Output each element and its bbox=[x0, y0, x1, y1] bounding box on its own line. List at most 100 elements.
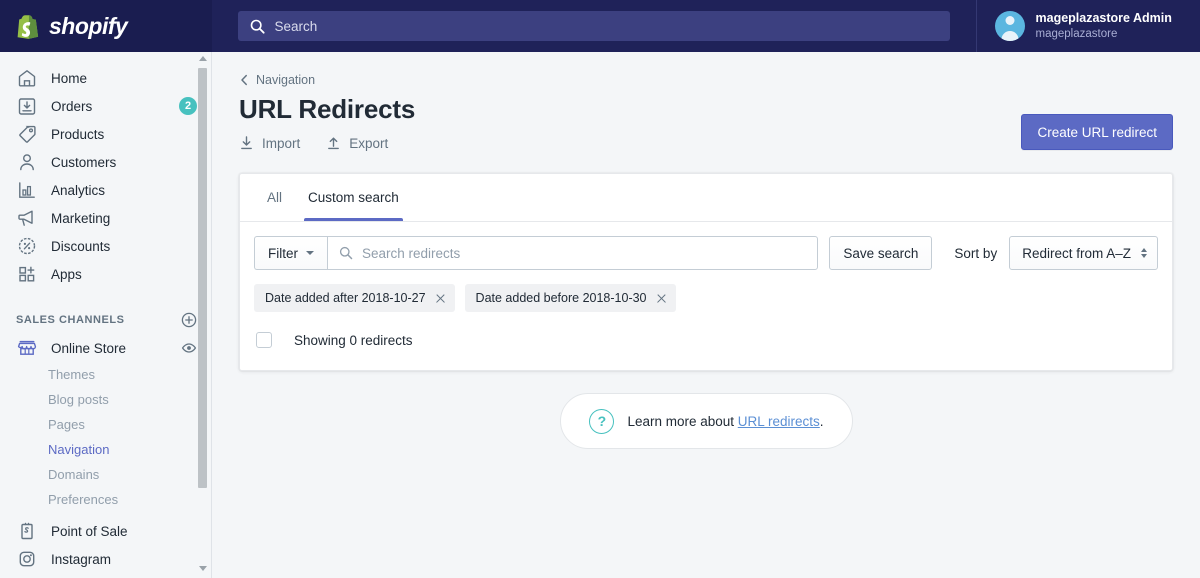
sidebar-sub-label: Pages bbox=[48, 417, 85, 432]
apps-grid-icon bbox=[16, 263, 38, 285]
sidebar-item-label: Customers bbox=[51, 154, 117, 170]
main-content: Navigation URL Redirects Import Export C… bbox=[213, 52, 1200, 578]
filter-row: Filter Search redirects Save search Sort… bbox=[240, 222, 1172, 270]
discounts-percent-icon bbox=[16, 235, 38, 257]
sidebar-item-label: Apps bbox=[51, 266, 82, 282]
global-search-input[interactable]: Search bbox=[237, 11, 950, 41]
sidebar-sub-label: Blog posts bbox=[48, 392, 109, 407]
export-label: Export bbox=[349, 135, 389, 151]
sidebar-item-preferences[interactable]: Preferences bbox=[0, 487, 211, 512]
search-icon bbox=[250, 19, 265, 34]
filter-tag[interactable]: Date added after 2018-10-27 bbox=[254, 284, 455, 312]
import-button[interactable]: Import bbox=[239, 135, 300, 151]
sidebar-item-orders[interactable]: Orders 2 bbox=[0, 92, 211, 120]
scrollbar-thumb[interactable] bbox=[198, 68, 207, 488]
redirects-card: All Custom search Filter Search redirect… bbox=[239, 173, 1173, 371]
export-upload-icon bbox=[326, 135, 341, 151]
help-text: Learn more about URL redirects. bbox=[627, 414, 823, 429]
filter-tag-label: Date added after 2018-10-27 bbox=[265, 291, 426, 305]
home-icon bbox=[16, 67, 38, 89]
close-icon[interactable] bbox=[656, 293, 667, 304]
brand-logo[interactable]: shopify bbox=[0, 0, 212, 52]
sidebar-sub-label: Domains bbox=[48, 467, 100, 482]
page-header: Navigation URL Redirects Import Export C… bbox=[213, 52, 1200, 151]
sidebar-item-point-of-sale[interactable]: Point of Sale bbox=[0, 517, 211, 545]
plus-circle-icon[interactable] bbox=[181, 312, 197, 328]
sales-channels-title: SALES CHANNELS bbox=[16, 314, 125, 326]
sidebar-scrollbar[interactable] bbox=[197, 52, 208, 578]
import-label: Import bbox=[262, 135, 301, 151]
sidebar-item-domains[interactable]: Domains bbox=[0, 462, 211, 487]
global-search-placeholder: Search bbox=[274, 18, 318, 34]
chevron-left-icon bbox=[239, 74, 250, 86]
products-tag-icon bbox=[16, 123, 38, 145]
filter-tag[interactable]: Date added before 2018-10-30 bbox=[464, 284, 676, 312]
brand-wordmark: shopify bbox=[49, 12, 128, 39]
save-search-button[interactable]: Save search bbox=[829, 236, 933, 270]
scroll-up-arrow-icon[interactable] bbox=[197, 52, 208, 65]
sort-by-select[interactable]: Redirect from A–Z bbox=[1009, 236, 1158, 270]
search-redirects-input[interactable]: Search redirects bbox=[327, 236, 819, 270]
user-name: mageplazastore Admin bbox=[1035, 10, 1172, 25]
sidebar-item-home[interactable]: Home bbox=[0, 64, 211, 92]
analytics-bar-icon bbox=[16, 179, 38, 201]
sidebar-item-navigation[interactable]: Navigation bbox=[0, 437, 211, 462]
search-redirects-placeholder: Search redirects bbox=[362, 245, 461, 261]
customers-icon bbox=[16, 151, 38, 173]
sidebar-item-products[interactable]: Products bbox=[0, 120, 211, 148]
sidebar-item-customers[interactable]: Customers bbox=[0, 148, 211, 176]
close-icon[interactable] bbox=[435, 293, 446, 304]
tab-custom-search[interactable]: Custom search bbox=[295, 173, 412, 221]
question-circle-icon: ? bbox=[589, 408, 615, 434]
url-redirects-link[interactable]: URL redirects bbox=[738, 414, 820, 429]
export-button[interactable]: Export bbox=[326, 135, 388, 151]
filter-button[interactable]: Filter bbox=[254, 236, 327, 270]
sidebar-item-label: Home bbox=[51, 70, 88, 86]
sidebar-item-apps[interactable]: Apps bbox=[0, 260, 211, 288]
import-download-icon bbox=[239, 135, 254, 151]
select-all-checkbox[interactable] bbox=[256, 332, 272, 348]
chevron-down-icon bbox=[306, 251, 314, 255]
help-text-prefix: Learn more about bbox=[627, 413, 738, 429]
search-icon bbox=[339, 246, 353, 260]
sidebar-item-online-store[interactable]: Online Store bbox=[0, 334, 211, 362]
sidebar-item-instagram[interactable]: Instagram bbox=[0, 545, 211, 573]
marketing-megaphone-icon bbox=[16, 207, 38, 229]
sidebar-item-blog-posts[interactable]: Blog posts bbox=[0, 387, 211, 412]
user-menu[interactable]: mageplazastore Admin mageplazastore bbox=[975, 0, 1200, 52]
user-text: mageplazastore Admin mageplazastore bbox=[1036, 10, 1172, 42]
scroll-down-arrow-icon[interactable] bbox=[197, 562, 208, 575]
sidebar-item-analytics[interactable]: Analytics bbox=[0, 176, 211, 204]
sort-by-value: Redirect from A–Z bbox=[1022, 245, 1131, 261]
sidebar-item-label: Point of Sale bbox=[51, 523, 128, 539]
sidebar-item-marketing[interactable]: Marketing bbox=[0, 204, 211, 232]
sidebar-item-label: Marketing bbox=[51, 210, 111, 226]
create-url-redirect-button[interactable]: Create URL redirect bbox=[1021, 114, 1173, 150]
breadcrumb[interactable]: Navigation bbox=[239, 73, 1173, 87]
sidebar-item-label: Orders bbox=[51, 98, 93, 114]
help-callout: ? Learn more about URL redirects. bbox=[560, 393, 853, 449]
sidebar-item-label: Discounts bbox=[51, 238, 111, 254]
eye-icon[interactable] bbox=[181, 340, 197, 356]
help-text-suffix: . bbox=[819, 413, 824, 429]
filter-tag-label: Date added before 2018-10-30 bbox=[475, 291, 647, 305]
orders-badge: 2 bbox=[179, 97, 197, 115]
point-of-sale-icon bbox=[16, 520, 38, 542]
user-store: mageplazastore bbox=[1035, 27, 1118, 40]
sidebar-item-pages[interactable]: Pages bbox=[0, 412, 211, 437]
sidebar-item-themes[interactable]: Themes bbox=[0, 362, 211, 387]
orders-icon bbox=[16, 95, 38, 117]
sidebar-item-label: Online Store bbox=[51, 340, 127, 356]
showing-count-label: Showing 0 redirects bbox=[294, 332, 413, 348]
sort-by-label: Sort by bbox=[954, 245, 998, 261]
sidebar-item-label: Products bbox=[51, 126, 105, 142]
sidebar-nav-list: Home Orders 2 Products Customers Analyti… bbox=[0, 52, 211, 573]
sidebar-sub-label: Preferences bbox=[48, 492, 119, 507]
sidebar-item-discounts[interactable]: Discounts bbox=[0, 232, 211, 260]
sidebar-item-label: Analytics bbox=[51, 182, 106, 198]
tab-all[interactable]: All bbox=[254, 173, 295, 221]
breadcrumb-label: Navigation bbox=[256, 73, 316, 87]
filter-label: Filter bbox=[268, 245, 298, 261]
showing-row: Showing 0 redirects bbox=[240, 312, 1172, 370]
select-updown-icon bbox=[1141, 248, 1147, 258]
